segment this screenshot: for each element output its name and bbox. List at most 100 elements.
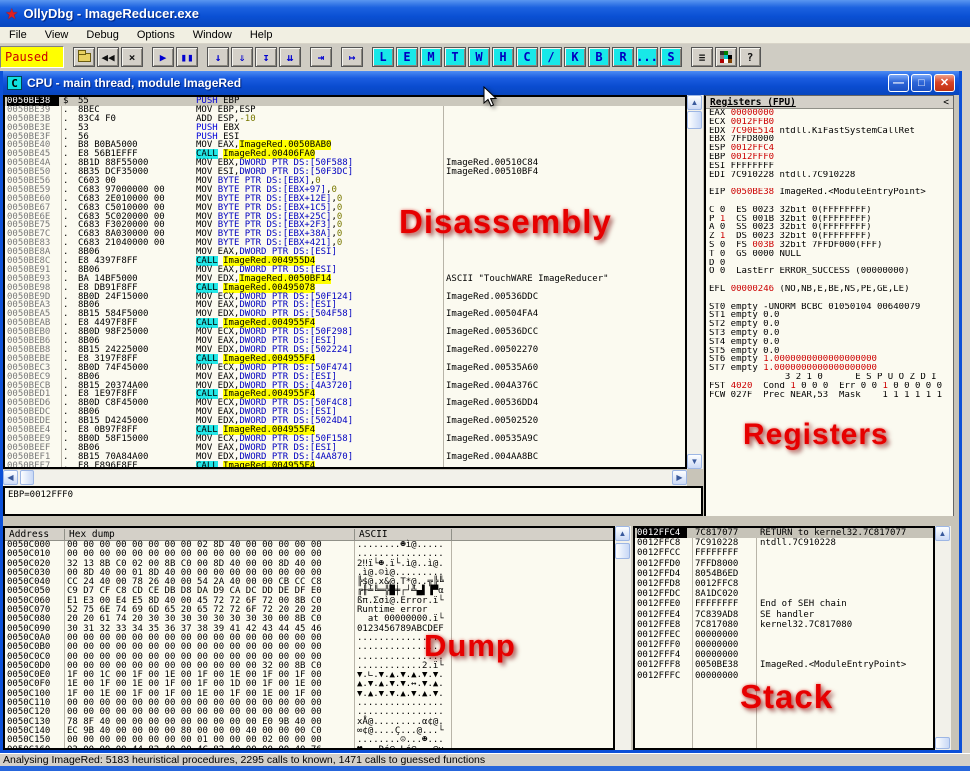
- disassembly-row[interactable]: 0050BEB0.8B0D 98F25000MOV ECX,DWORD PTR …: [5, 328, 685, 337]
- disassembly-vscrollbar[interactable]: ▲ ▼: [687, 95, 703, 469]
- disassembly-row[interactable]: 0050BE9D.8B0D 24F15000MOV ECX,DWORD PTR …: [5, 293, 685, 302]
- disassembly-hscrollbar[interactable]: ◀ ▶: [3, 470, 687, 486]
- disassembly-row[interactable]: 0050BED6.8B0D C8F45000MOV ECX,DWORD PTR …: [5, 399, 685, 408]
- view-button-b[interactable]: B: [588, 47, 610, 67]
- register-line: EIP 0050BE38 ImageRed.<ModuleEntryPoint>: [706, 188, 953, 197]
- ollydbg-app-icon: ★: [5, 5, 18, 23]
- animate-over-button[interactable]: ⇊: [279, 47, 301, 67]
- cpu-maximize-button[interactable]: □: [911, 74, 932, 92]
- stack-row[interactable]: 0012FFD80012FFC8: [635, 579, 933, 589]
- instruction-comment: ImageRed.00536DDC: [446, 293, 538, 302]
- stack-row[interactable]: 0012FFDC8A1DC020: [635, 589, 933, 599]
- disassembly-row[interactable]: 0050BE3B.83C4 F0ADD ESP,-10: [5, 115, 685, 124]
- scroll-left-icon[interactable]: ◀: [3, 470, 18, 485]
- close-program-button[interactable]: ×: [121, 47, 143, 67]
- menu-item-view[interactable]: View: [36, 28, 78, 42]
- stack-pane[interactable]: 0012FFC47C817077RETURN to kernel32.7C817…: [633, 526, 935, 750]
- menu-item-options[interactable]: Options: [128, 28, 184, 42]
- main-titlebar[interactable]: ★ OllyDbg - ImageReducer.exe: [0, 0, 970, 27]
- stack-row[interactable]: 0012FFE87C817080kernel32.7C817080: [635, 620, 933, 630]
- stack-row[interactable]: 0012FFCCFFFFFFFF: [635, 548, 933, 558]
- stack-row[interactable]: 0012FFD07FFD8000: [635, 559, 933, 569]
- register-line: 3 2 1 0 E S P U O Z D I: [706, 373, 953, 382]
- stack-row[interactable]: 0012FFE47C839AD8SE handler: [635, 610, 933, 620]
- registers-pane[interactable]: Registers (FPU) < EAX 00000000ECX 0012FF…: [704, 95, 954, 519]
- scroll-down-icon[interactable]: ▼: [687, 454, 702, 469]
- scroll-right-icon[interactable]: ▶: [672, 470, 687, 485]
- disassembly-pane[interactable]: 0050BE38$55PUSH EBP0050BE39.8BECMOV EBP,…: [3, 95, 687, 469]
- dump-vscrollbar[interactable]: ▲: [615, 526, 631, 750]
- menu-item-file[interactable]: File: [0, 28, 36, 42]
- cpu-close-button[interactable]: ✕: [934, 74, 955, 92]
- dump-row[interactable]: 0050C16003 00 00 00 44 82 40 00 4C 82 40…: [5, 746, 613, 750]
- stack-row[interactable]: 0012FFEC00000000: [635, 630, 933, 640]
- help-button[interactable]: ?: [739, 47, 761, 67]
- register-line: D 0: [706, 259, 953, 268]
- pause-button[interactable]: ▮▮: [176, 47, 198, 67]
- stack-value: 8A1DC020: [695, 589, 738, 599]
- view-button-h[interactable]: H: [492, 47, 514, 67]
- stack-row[interactable]: 0012FFF400000000: [635, 650, 933, 660]
- stack-row[interactable]: 0012FFC87C910228ntdll.7C910228: [635, 538, 933, 548]
- stack-value: 7C910228: [695, 538, 738, 548]
- stack-comment: RETURN to kernel32.7C817077: [760, 528, 906, 538]
- menu-item-help[interactable]: Help: [241, 28, 282, 42]
- view-button-r[interactable]: R: [612, 47, 634, 67]
- register-line: ST2 empty 0.0: [706, 320, 953, 329]
- stack-address: 0012FFE8: [637, 620, 687, 630]
- view-button-t[interactable]: T: [444, 47, 466, 67]
- stack-value: FFFFFFFF: [695, 599, 738, 609]
- disassembly-row[interactable]: 0050BE38$55PUSH EBP: [5, 97, 685, 106]
- register-line: P 1 CS 001B 32bit 0(FFFFFFFF): [706, 215, 953, 224]
- execute-till-user-button[interactable]: ↦: [341, 47, 363, 67]
- stack-row[interactable]: 0012FFC47C817077RETURN to kernel32.7C817…: [635, 528, 933, 538]
- run-button[interactable]: ▶: [152, 47, 174, 67]
- stack-value: 7C817077: [695, 528, 738, 538]
- cpu-titlebar[interactable]: C CPU - main thread, module ImageRed — □…: [3, 71, 959, 95]
- stack-row[interactable]: 0012FFE0FFFFFFFFEnd of SEH chain: [635, 599, 933, 609]
- windows-list-icon[interactable]: ≡: [691, 47, 713, 67]
- pane-splitter[interactable]: [3, 516, 954, 526]
- stack-value: 00000000: [695, 650, 738, 660]
- scroll-up-icon[interactable]: ▲: [615, 526, 630, 541]
- view-button-slash[interactable]: /: [540, 47, 562, 67]
- stack-address: 0012FFD8: [637, 579, 687, 589]
- view-button-e[interactable]: E: [396, 47, 418, 67]
- disassembly-row[interactable]: 0050BEE9.8B0D 58F15000MOV ECX,DWORD PTR …: [5, 435, 685, 444]
- register-line: FCW 027F Prec NEAR,53 Mask 1 1 1 1 1 1: [706, 391, 953, 400]
- stack-comment: SE handler: [760, 610, 814, 620]
- dump-ascii: ♥...Dé@.Lé@...@v: [357, 746, 444, 750]
- animate-into-button[interactable]: ↧: [255, 47, 277, 67]
- registers-collapse-button[interactable]: <: [943, 97, 949, 107]
- appearance-icon[interactable]: [715, 47, 737, 67]
- disassembly-row[interactable]: 0050BE8C.E8 4397F8FFCALL ImageRed.004955…: [5, 257, 685, 266]
- view-button-...[interactable]: ...: [636, 47, 658, 67]
- restart-button[interactable]: ◀◀: [97, 47, 119, 67]
- dump-pane[interactable]: Address Hex dump ASCII 0050C00000 00 00 …: [3, 526, 615, 750]
- view-button-s[interactable]: S: [660, 47, 682, 67]
- stack-row[interactable]: 0012FFF000000000: [635, 640, 933, 650]
- instruction-text: CALL ImageRed.004955F4: [196, 462, 315, 469]
- view-button-k[interactable]: K: [564, 47, 586, 67]
- register-line: O 0 LastErr ERROR_SUCCESS (00000000): [706, 267, 953, 276]
- stack-row[interactable]: 0012FFF80050BE38ImageRed.<ModuleEntryPoi…: [635, 660, 933, 670]
- cpu-minimize-button[interactable]: —: [888, 74, 909, 92]
- menu-item-window[interactable]: Window: [184, 28, 241, 42]
- step-into-button[interactable]: ↓: [207, 47, 229, 67]
- disassembly-row[interactable]: 0050BE3E.53PUSH EBX: [5, 124, 685, 133]
- view-button-m[interactable]: M: [420, 47, 442, 67]
- view-button-c[interactable]: C: [516, 47, 538, 67]
- scroll-up-icon[interactable]: ▲: [687, 95, 702, 110]
- scroll-up-icon[interactable]: ▲: [935, 526, 950, 541]
- register-line: S 0 FS 003B 32bit 7FFDF000(FFF): [706, 241, 953, 250]
- stack-vscrollbar[interactable]: ▲: [935, 526, 951, 750]
- disassembly-row[interactable]: 0050BEC3.8B0D 74F45000MOV ECX,DWORD PTR …: [5, 364, 685, 373]
- menu-item-debug[interactable]: Debug: [77, 28, 127, 42]
- view-button-w[interactable]: W: [468, 47, 490, 67]
- execute-till-return-button[interactable]: ⇥: [310, 47, 332, 67]
- disassembly-row[interactable]: 0050BEF7.E8 F896F8FFCALL ImageRed.004955…: [5, 462, 685, 469]
- open-file-button[interactable]: [73, 47, 95, 67]
- stack-row[interactable]: 0012FFD48054B6ED: [635, 569, 933, 579]
- step-over-button[interactable]: ⇓: [231, 47, 253, 67]
- view-button-l[interactable]: L: [372, 47, 394, 67]
